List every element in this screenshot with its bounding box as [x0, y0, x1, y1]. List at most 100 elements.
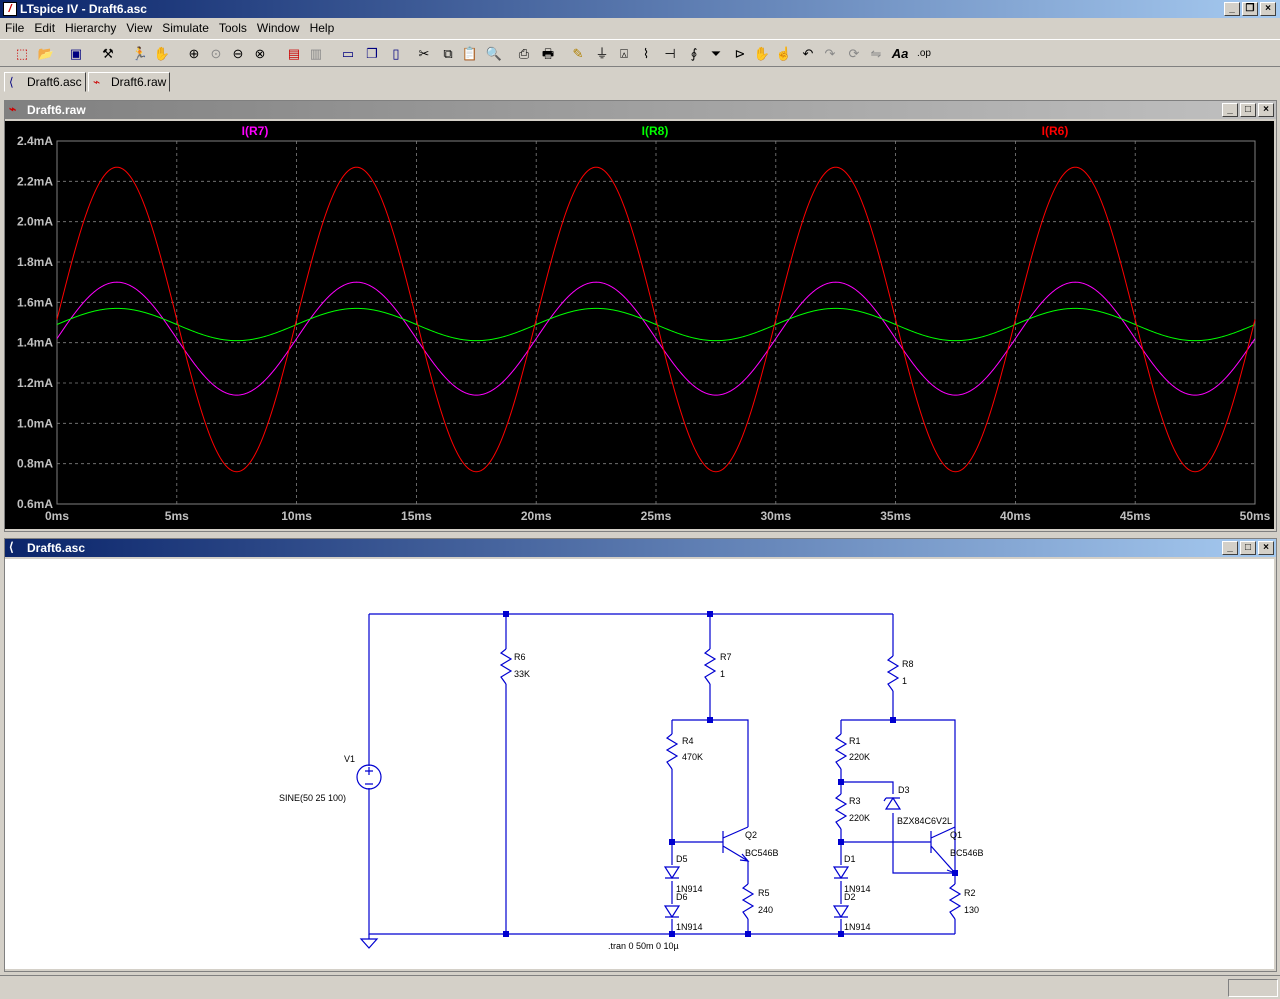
- resistor-r5-symbol[interactable]: [741, 883, 755, 920]
- menu-help[interactable]: Help: [305, 21, 340, 35]
- spice-directive-icon[interactable]: .op: [914, 44, 934, 64]
- control-panel-icon[interactable]: ⚒: [98, 44, 118, 64]
- app-title: LTspice IV - Draft6.asc: [20, 2, 147, 16]
- tile-horizontal-icon[interactable]: ▭: [338, 44, 358, 64]
- waveform-close-button[interactable]: ×: [1258, 103, 1274, 117]
- move-icon[interactable]: ✋: [752, 44, 772, 64]
- redo-icon[interactable]: ↷: [820, 44, 840, 64]
- resistor-r2-symbol[interactable]: [948, 883, 962, 920]
- resistor-r8-symbol[interactable]: [886, 655, 900, 692]
- open-icon[interactable]: 📂: [36, 44, 56, 64]
- y-tick-label: 1.2mA: [17, 376, 53, 390]
- text-icon[interactable]: Aa: [890, 44, 910, 64]
- schematic-minimize-button[interactable]: _: [1222, 541, 1238, 555]
- tab-draft6-raw[interactable]: ⌁ Draft6.raw: [88, 72, 170, 92]
- schematic-canvas[interactable]: R6 33K R7 1 R8 1 R4 470K R1 220K R3 220K…: [5, 559, 1274, 969]
- y-tick-label: 1.4mA: [17, 336, 53, 350]
- zoom-fit-icon[interactable]: ⊗: [250, 44, 270, 64]
- inductor-icon[interactable]: ∮: [684, 44, 704, 64]
- schematic-close-button[interactable]: ×: [1258, 541, 1274, 555]
- x-tick-label: 0ms: [45, 509, 69, 523]
- zoom-out-icon[interactable]: ⊖: [228, 44, 248, 64]
- undo-icon[interactable]: ↶: [798, 44, 818, 64]
- r1-value-label: 220K: [849, 752, 870, 762]
- component-icon[interactable]: ⊳: [730, 44, 750, 64]
- trace-label-ir7[interactable]: I(R7): [242, 124, 269, 138]
- close-button[interactable]: ×: [1260, 2, 1276, 16]
- waveform-plot[interactable]: 0ms 5ms 10ms 15ms 20ms 25ms 30ms 35ms 40ms 45ms 50…: [5, 121, 1274, 529]
- run-icon[interactable]: 🏃: [130, 44, 150, 64]
- app-title-bar: / LTspice IV - Draft6.asc _ ❐ ×: [0, 0, 1280, 18]
- x-tick-label: 50ms: [1240, 509, 1271, 523]
- draw-wire-icon[interactable]: ✎: [568, 44, 588, 64]
- menu-hierarchy[interactable]: Hierarchy: [60, 21, 121, 35]
- resistor-r4-symbol[interactable]: [665, 733, 679, 770]
- waveform-icon: ⌁: [9, 102, 17, 116]
- ground-symbol[interactable]: [359, 934, 379, 949]
- print-icon[interactable]: 🖶: [538, 44, 558, 64]
- voltage-source-polarity: [365, 767, 373, 785]
- d5-ref-label: D5: [676, 854, 688, 864]
- waveform-minimize-button[interactable]: _: [1222, 103, 1238, 117]
- resistor-r6-symbol[interactable]: [499, 648, 513, 685]
- print-preview-icon[interactable]: ⎙: [514, 44, 534, 64]
- mirror-icon[interactable]: ⇋: [866, 44, 886, 64]
- tab-label: Draft6.raw: [111, 75, 167, 89]
- zoom-in-icon[interactable]: ⊕: [184, 44, 204, 64]
- new-schematic-icon[interactable]: ⬚: [12, 44, 32, 64]
- schematic-maximize-button[interactable]: □: [1240, 541, 1256, 555]
- resistor-r3-symbol[interactable]: [834, 793, 848, 830]
- copy-icon[interactable]: ⧉: [438, 44, 458, 64]
- zener-d3-symbol[interactable]: [883, 796, 902, 810]
- ground-icon[interactable]: ⏚: [592, 44, 612, 64]
- y-tick-label: 1.0mA: [17, 416, 53, 430]
- spice-directive-text[interactable]: .tran 0 50m 0 10µ: [608, 941, 679, 951]
- plot-settings-icon[interactable]: ▥: [306, 44, 326, 64]
- q1-value-label: BC546B: [950, 848, 984, 858]
- pan-icon[interactable]: ⊙: [206, 44, 226, 64]
- menu-file[interactable]: File: [0, 21, 29, 35]
- series-line-ir6[interactable]: [56, 166, 1256, 473]
- trace-label-ir6[interactable]: I(R6): [1042, 124, 1069, 138]
- menu-view[interactable]: View: [121, 21, 157, 35]
- schematic-window-title: Draft6.asc: [27, 541, 86, 555]
- y-tick-label: 2.0mA: [17, 215, 53, 229]
- minimize-button[interactable]: _: [1224, 2, 1240, 16]
- x-tick-label: 45ms: [1120, 509, 1151, 523]
- capacitor-icon[interactable]: ⊣: [660, 44, 680, 64]
- y-tick-label: 2.2mA: [17, 174, 53, 188]
- resistor-icon[interactable]: ⌇: [636, 44, 656, 64]
- diode-d5-symbol[interactable]: [663, 866, 681, 880]
- label-net-icon[interactable]: ⍓: [614, 44, 634, 64]
- drag-icon[interactable]: ☝: [774, 44, 794, 64]
- halt-icon[interactable]: ✋: [152, 44, 172, 64]
- restore-button[interactable]: ❐: [1242, 2, 1258, 16]
- paste-icon[interactable]: 📋: [460, 44, 480, 64]
- menu-edit[interactable]: Edit: [29, 21, 60, 35]
- d3-value-label: BZX84C6V2L: [897, 816, 952, 826]
- menu-window[interactable]: Window: [252, 21, 305, 35]
- diode-d1-symbol[interactable]: [832, 866, 850, 880]
- rotate-icon[interactable]: ⟳: [844, 44, 864, 64]
- cascade-icon[interactable]: ❐: [362, 44, 382, 64]
- find-icon[interactable]: 🔍: [484, 44, 504, 64]
- resistor-r7-symbol[interactable]: [703, 648, 717, 685]
- d6-ref-label: D6: [676, 892, 688, 902]
- resistor-r1-symbol[interactable]: [834, 733, 848, 770]
- v1-ref-label: V1: [344, 754, 355, 764]
- diode-d2-symbol[interactable]: [832, 905, 850, 919]
- d2-value-label: 1N914: [844, 922, 871, 932]
- save-icon[interactable]: ▣: [66, 44, 86, 64]
- cut-icon[interactable]: ✂: [414, 44, 434, 64]
- menu-simulate[interactable]: Simulate: [157, 21, 214, 35]
- waveform-plot-pane[interactable]: 0ms 5ms 10ms 15ms 20ms 25ms 30ms 35ms 40ms 45ms 50…: [5, 121, 1274, 529]
- tab-draft6-asc[interactable]: ⟨ Draft6.asc: [4, 72, 86, 92]
- trace-label-ir8[interactable]: I(R8): [642, 124, 669, 138]
- diode-icon[interactable]: ⏷: [706, 44, 726, 64]
- tile-vertical-icon[interactable]: ▯: [386, 44, 406, 64]
- menu-tools[interactable]: Tools: [214, 21, 252, 35]
- autorange-icon[interactable]: ▤: [284, 44, 304, 64]
- waveform-maximize-button[interactable]: □: [1240, 103, 1256, 117]
- diode-d6-symbol[interactable]: [663, 905, 681, 919]
- menu-bar: File Edit Hierarchy View Simulate Tools …: [0, 18, 1280, 38]
